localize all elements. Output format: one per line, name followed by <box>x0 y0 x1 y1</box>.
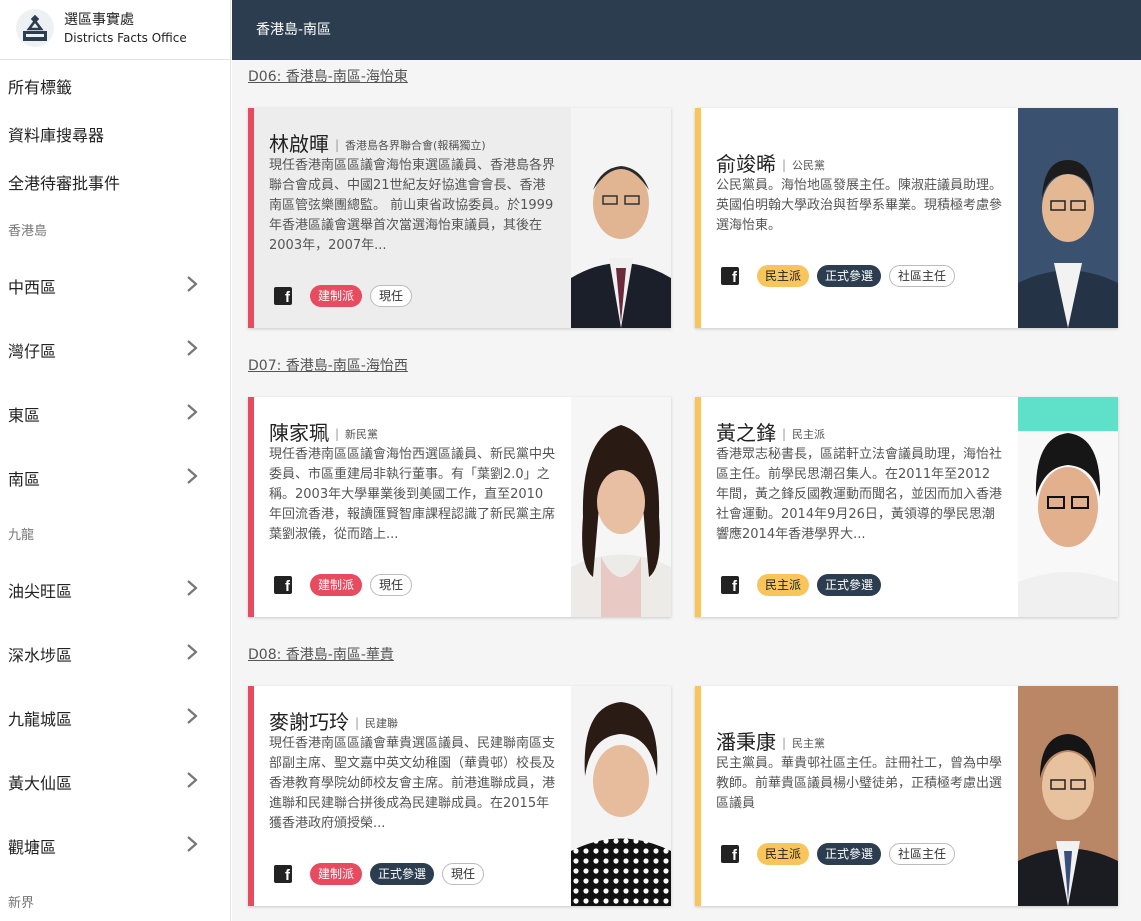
candidate-description: 民主黨員。華貴邨社區主任。註冊社工，曾為中學教師。前華貴區議員楊小璧徒弟，正積極… <box>716 756 1002 811</box>
chevron-right-icon <box>187 836 198 852</box>
candidate-party: 新民黨 <box>345 428 379 441</box>
candidate-photo <box>1018 397 1118 617</box>
candidate-name: 麥謝巧玲 <box>269 710 349 734</box>
region-label-hk-island: 香港島 <box>8 224 48 239</box>
candidate-description: 現任香港南區區議會海怡東選區議員、香港島各界聯合會成員、中國21世紀友好協進會會… <box>269 158 555 253</box>
chevron-right-icon <box>187 644 198 660</box>
chevron-right-icon <box>187 340 198 356</box>
nav-pending-events[interactable]: 全港待審批事件 <box>8 170 120 194</box>
sidebar-item-wan-chai[interactable]: 灣仔區 <box>0 328 230 368</box>
chevron-right-icon <box>187 468 198 484</box>
tag-camp[interactable]: 民主派 <box>757 843 810 865</box>
sidebar-item-label: 中西區 <box>8 278 57 297</box>
chevron-right-icon <box>187 404 198 420</box>
candidate-card[interactable]: 陳家珮 | 新民黨 現任香港南區區議會海怡西選區議員、新民黨中央委員、市區重建局非執… <box>248 397 671 617</box>
sidebar-item-southern[interactable]: 南區 <box>0 456 230 496</box>
tag-status[interactable]: 現任 <box>442 863 485 885</box>
sidebar-item-sham-shui-po[interactable]: 深水埗區 <box>0 632 230 672</box>
candidate-card[interactable]: 麥謝巧玲 | 民建聯 現任香港南區區議會華貴選區議員、民建聯南區支部副主席、聖文嘉中… <box>248 686 671 906</box>
region-label-kowloon: 九龍 <box>8 528 35 543</box>
sidebar-item-label: 灣仔區 <box>8 342 57 361</box>
sidebar-item-label: 黃大仙區 <box>8 774 73 793</box>
candidate-name: 俞竣晞 <box>716 152 776 176</box>
sidebar-item-central-western[interactable]: 中西區 <box>0 264 230 304</box>
candidate-name: 林啟暉 <box>269 132 329 156</box>
page-title: 香港島-南區 <box>256 22 332 38</box>
facebook-icon[interactable] <box>274 865 292 884</box>
candidate-photo <box>571 108 671 328</box>
sidebar-item-label: 油尖旺區 <box>8 582 73 601</box>
candidate-photo <box>571 686 671 906</box>
sidebar-item-kwun-tong[interactable]: 觀塘區 <box>0 824 230 864</box>
sidebar-item-kowloon-city[interactable]: 九龍城區 <box>0 696 230 736</box>
candidate-name: 潘秉康 <box>716 730 776 754</box>
facebook-icon[interactable] <box>274 287 292 306</box>
region-label-new-territories: 新界 <box>8 896 35 911</box>
sidebar-item-label: 東區 <box>8 406 41 425</box>
sidebar-item-eastern[interactable]: 東區 <box>0 392 230 432</box>
candidate-card[interactable]: 俞竣晞 | 公民黨 公民黨員。海怡地區發展主任。陳淑莊議員助理。英國伯明翰大學政治與… <box>695 108 1118 328</box>
sidebar-item-label: 南區 <box>8 470 41 489</box>
candidate-party: 民建聯 <box>365 717 399 730</box>
sidebar-item-wong-tai-sin[interactable]: 黃大仙區 <box>0 760 230 800</box>
logo-title-zh: 選區事實處 <box>64 12 134 28</box>
logo[interactable]: 選區事實處 Districts Facts Office <box>0 0 230 60</box>
tag-camp[interactable]: 民主派 <box>757 574 810 596</box>
top-bar: 香港島-南區 <box>232 0 1141 60</box>
candidate-photo <box>571 397 671 617</box>
candidate-description: 香港眾志秘書長，區諾軒立法會議員助理，海怡社區主任。前學民思潮召集人。在2011… <box>716 447 1002 542</box>
chevron-right-icon <box>187 708 198 724</box>
candidate-party: 公民黨 <box>792 159 826 172</box>
ballot-box-icon <box>16 9 54 47</box>
chevron-right-icon <box>187 772 198 788</box>
candidate-card[interactable]: 黃之鋒 | 民主派 香港眾志秘書長，區諾軒立法會議員助理，海怡社區主任。前學民思潮召… <box>695 397 1118 617</box>
tag-camp[interactable]: 建制派 <box>310 285 363 307</box>
candidate-party: 香港島各界聯合會(報稱獨立) <box>345 139 486 152</box>
facebook-icon[interactable] <box>721 576 739 595</box>
main-content: D06: 香港島-南區-海怡東 林啟暉 | 香港島各界聯合會(報稱獨立) 現任香港南… <box>232 60 1141 921</box>
sidebar-item-label: 深水埗區 <box>8 646 73 665</box>
sidebar-item-yau-tsim-mong[interactable]: 油尖旺區 <box>0 568 230 608</box>
candidate-name: 黃之鋒 <box>716 421 776 445</box>
logo-title-en: Districts Facts Office <box>64 31 187 45</box>
section-title-d07[interactable]: D07: 香港島-南區-海怡西 <box>248 355 408 375</box>
candidate-description: 公民黨員。海怡地區發展主任。陳淑莊議員助理。英國伯明翰大學政治與哲學系畢業。現積… <box>716 178 1002 233</box>
sidebar: 選區事實處 Districts Facts Office 所有標籤 資料庫搜尋器… <box>0 0 231 921</box>
facebook-icon[interactable] <box>274 576 292 595</box>
nav-all-tags[interactable]: 所有標籤 <box>8 74 72 98</box>
candidate-name: 陳家珮 <box>269 421 329 445</box>
tag-camp[interactable]: 建制派 <box>310 863 363 885</box>
tag-status[interactable]: 現任 <box>370 574 413 596</box>
sidebar-item-label: 九龍城區 <box>8 710 73 729</box>
candidate-party: 民主黨 <box>792 737 826 750</box>
sidebar-item-label: 觀塘區 <box>8 838 57 857</box>
facebook-icon[interactable] <box>721 267 739 286</box>
candidate-card[interactable]: 潘秉康 | 民主黨 民主黨員。華貴邨社區主任。註冊社工，曾為中學教師。前華貴區議員楊… <box>695 686 1118 906</box>
chevron-right-icon <box>187 580 198 596</box>
candidate-photo <box>1018 686 1118 906</box>
candidate-description: 現任香港南區區議會海怡西選區議員、新民黨中央委員、市區重建局非執行董事。有「葉劉… <box>269 447 555 542</box>
candidate-description: 現任香港南區區議會華貴選區議員、民建聯南區支部副主席、聖文嘉中英文幼稚園（華貴邨… <box>269 736 555 831</box>
nav-database-search[interactable]: 資料庫搜尋器 <box>8 122 104 146</box>
tag-role[interactable]: 社區主任 <box>889 265 956 287</box>
section-title-d06[interactable]: D06: 香港島-南區-海怡東 <box>248 66 408 86</box>
tag-running[interactable]: 正式參選 <box>370 863 435 885</box>
candidate-card[interactable]: 林啟暉 | 香港島各界聯合會(報稱獨立) 現任香港南區區議會海怡東選區議員、香港島各… <box>248 108 671 328</box>
tag-status[interactable]: 現任 <box>370 285 413 307</box>
chevron-right-icon <box>187 276 198 292</box>
tag-camp[interactable]: 民主派 <box>757 265 810 287</box>
tag-running[interactable]: 正式參選 <box>817 265 882 287</box>
facebook-icon[interactable] <box>721 845 739 864</box>
candidate-photo <box>1018 108 1118 328</box>
candidate-party: 民主派 <box>792 428 826 441</box>
tag-running[interactable]: 正式參選 <box>817 843 882 865</box>
section-title-d08[interactable]: D08: 香港島-南區-華貴 <box>248 644 394 664</box>
tag-role[interactable]: 社區主任 <box>889 843 956 865</box>
tag-camp[interactable]: 建制派 <box>310 574 363 596</box>
tag-running[interactable]: 正式參選 <box>817 574 882 596</box>
